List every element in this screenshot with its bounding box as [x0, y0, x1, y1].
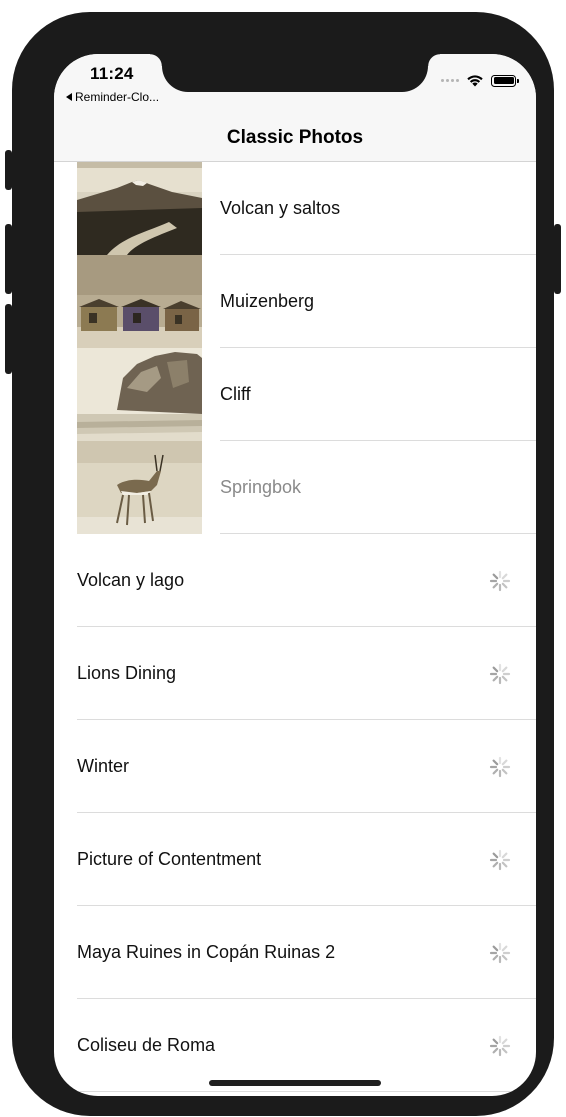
photo-title: Coliseu de Roma — [77, 1035, 216, 1055]
activity-spinner-icon — [489, 1035, 511, 1057]
back-to-app-link[interactable]: Reminder-Clo... — [66, 90, 159, 104]
photo-row[interactable]: Muizenberg — [54, 255, 536, 348]
beach-huts-photo — [77, 255, 202, 348]
volume-down-button — [5, 304, 12, 374]
screen: 11:24 Reminder-Clo... Classic Photos Vol… — [54, 54, 536, 1096]
activity-spinner-icon — [489, 942, 511, 964]
activity-spinner-icon — [489, 756, 511, 778]
springbok-photo — [77, 441, 202, 534]
activity-spinner-icon — [489, 849, 511, 871]
mute-switch — [5, 150, 12, 190]
battery-icon — [491, 74, 519, 87]
photo-title: Picture of Contentment — [77, 849, 262, 869]
status-icons — [441, 74, 519, 87]
photo-title: Muizenberg — [220, 291, 315, 311]
photo-row[interactable]: Coliseu de Roma — [54, 999, 536, 1092]
activity-spinner-icon — [489, 663, 511, 685]
photo-title: Winter — [77, 756, 130, 776]
wifi-icon — [467, 75, 483, 87]
signal-dots-icon — [441, 79, 459, 82]
photo-row[interactable]: Winter — [54, 720, 536, 813]
photo-row[interactable]: Maya Ruines in Copán Ruinas 2 — [54, 906, 536, 999]
photo-table[interactable]: Volcan y saltos Muizenberg Cliff Springb… — [54, 162, 536, 1092]
back-app-label: Reminder-Clo... — [75, 90, 160, 104]
photo-title: Springbok — [220, 477, 302, 497]
page-title: Classic Photos — [226, 126, 364, 148]
photo-title: Cliff — [220, 384, 251, 404]
phone-frame: 11:24 Reminder-Clo... Classic Photos Vol… — [5, 12, 561, 1116]
photo-title: Volcan y lago — [77, 570, 185, 590]
volume-up-button — [5, 224, 12, 294]
activity-spinner-icon — [489, 570, 511, 592]
notch — [150, 54, 440, 92]
navigation-bar: Classic Photos — [54, 114, 536, 162]
photo-title: Lions Dining — [77, 663, 177, 683]
photo-row[interactable]: Cliff — [54, 348, 536, 441]
photo-row[interactable]: Volcan y saltos — [54, 162, 536, 255]
power-button — [554, 224, 561, 294]
photo-row[interactable]: Lions Dining — [54, 627, 536, 720]
photo-row[interactable]: Picture of Contentment — [54, 813, 536, 906]
photo-row[interactable]: Springbok — [54, 441, 536, 534]
volcano-photo — [77, 162, 202, 255]
home-indicator[interactable] — [209, 1080, 381, 1086]
photo-row[interactable]: Volcan y lago — [54, 534, 536, 627]
photo-title: Maya Ruines in Copán Ruinas 2 — [77, 942, 336, 962]
status-time: 11:24 — [90, 64, 134, 83]
photo-title: Volcan y saltos — [220, 198, 341, 218]
cliff-photo — [77, 348, 202, 441]
back-triangle-icon — [66, 93, 72, 101]
